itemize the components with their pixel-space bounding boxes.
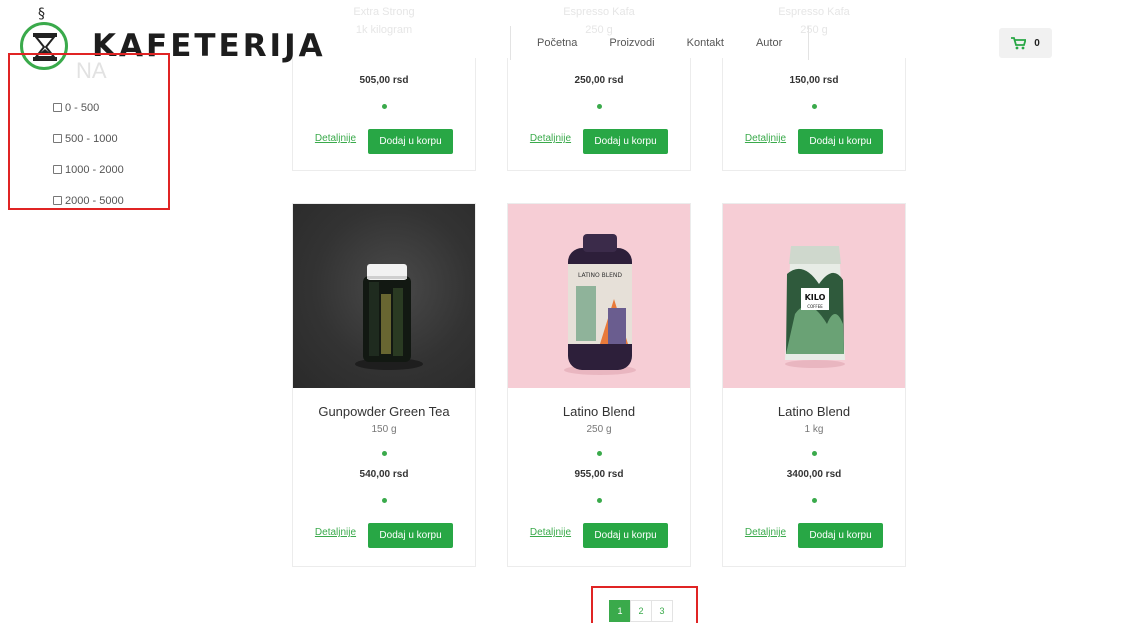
faded-product-weight: 250 g [800, 24, 828, 36]
details-link[interactable]: Detaljnije [745, 133, 786, 144]
tea-jar-image [355, 264, 423, 370]
product-card: 250,00 rsd Detaljnije Dodaj u korpu [507, 58, 691, 171]
separator-dot [596, 104, 602, 109]
product-image[interactable] [293, 204, 475, 388]
add-to-cart-button[interactable]: Dodaj u korpu [798, 129, 884, 154]
add-to-cart-button[interactable]: Dodaj u korpu [583, 129, 669, 154]
product-price: 150,00 rsd [789, 75, 839, 86]
cart-count: 0 [1034, 37, 1040, 49]
product-price: 955,00 rsd [574, 469, 624, 480]
product-image[interactable]: LATINO BLEND [508, 204, 690, 388]
separator-dot [381, 451, 387, 456]
steam-icon: § [38, 6, 45, 22]
faded-product-name: Espresso Kafa [563, 6, 635, 18]
faded-product-weight: 1k kilogram [355, 24, 413, 36]
separator-dot [381, 498, 387, 503]
product-weight: 250 g [586, 424, 612, 435]
faded-product-name: Espresso Kafa [778, 6, 850, 18]
latino-blend-bottle-image: LATINO BLEND [564, 234, 636, 375]
details-link[interactable]: Detaljnije [530, 133, 571, 144]
separator-dot [381, 104, 387, 109]
faded-product-weight: 250 g [585, 24, 613, 36]
separator-dot [811, 498, 817, 503]
cart-icon [1011, 36, 1027, 49]
product-card: LATINO BLEND Latino Blend 250 g 955,00 r… [507, 203, 691, 567]
product-card: KILO COFFEE Latino Blend 1 kg 3400,00 rs… [722, 203, 906, 567]
separator-dot [811, 104, 817, 109]
filter-highlight-box [8, 53, 170, 210]
add-to-cart-button[interactable]: Dodaj u korpu [368, 129, 454, 154]
bag-label-subtext: COFFEE [807, 304, 823, 309]
product-name: Latino Blend [777, 404, 851, 419]
product-name: Latino Blend [562, 404, 636, 419]
product-price: 250,00 rsd [574, 75, 624, 86]
product-card: 150,00 rsd Detaljnije Dodaj u korpu [722, 58, 906, 171]
product-card: Gunpowder Green Tea 150 g 540,00 rsd Det… [292, 203, 476, 567]
bag-label-text: KILO [805, 293, 826, 302]
details-link[interactable]: Detaljnije [745, 527, 786, 538]
bottle-label-text: LATINO BLEND [578, 272, 622, 279]
faded-product-name: Extra Strong [353, 6, 415, 18]
add-to-cart-button[interactable]: Dodaj u korpu [368, 523, 454, 548]
product-weight: 1 kg [804, 424, 824, 435]
pagination-highlight-box [591, 586, 698, 623]
kilo-coffee-bag-image: KILO COFFEE [785, 246, 845, 368]
product-image[interactable]: KILO COFFEE [723, 204, 905, 388]
nav-item-autor[interactable]: Autor [756, 37, 782, 49]
add-to-cart-button[interactable]: Dodaj u korpu [798, 523, 884, 548]
details-link[interactable]: Detaljnije [315, 527, 356, 538]
cart-button[interactable]: 0 [999, 28, 1052, 58]
separator-dot [811, 451, 817, 456]
nav-item-proizvodi[interactable]: Proizvodi [609, 37, 654, 49]
nav-item-pocetna[interactable]: Početna [537, 37, 577, 49]
product-price: 505,00 rsd [359, 75, 409, 86]
nav-item-kontakt[interactable]: Kontakt [687, 37, 724, 49]
separator-dot [596, 451, 602, 456]
product-weight: 150 g [371, 424, 397, 435]
product-name: Gunpowder Green Tea [318, 404, 450, 419]
product-price: 540,00 rsd [359, 469, 409, 480]
separator-dot [596, 498, 602, 503]
details-link[interactable]: Detaljnije [315, 133, 356, 144]
product-price: 3400,00 rsd [786, 469, 842, 480]
product-card: 505,00 rsd Detaljnije Dodaj u korpu [292, 58, 476, 171]
add-to-cart-button[interactable]: Dodaj u korpu [583, 523, 669, 548]
details-link[interactable]: Detaljnije [530, 527, 571, 538]
